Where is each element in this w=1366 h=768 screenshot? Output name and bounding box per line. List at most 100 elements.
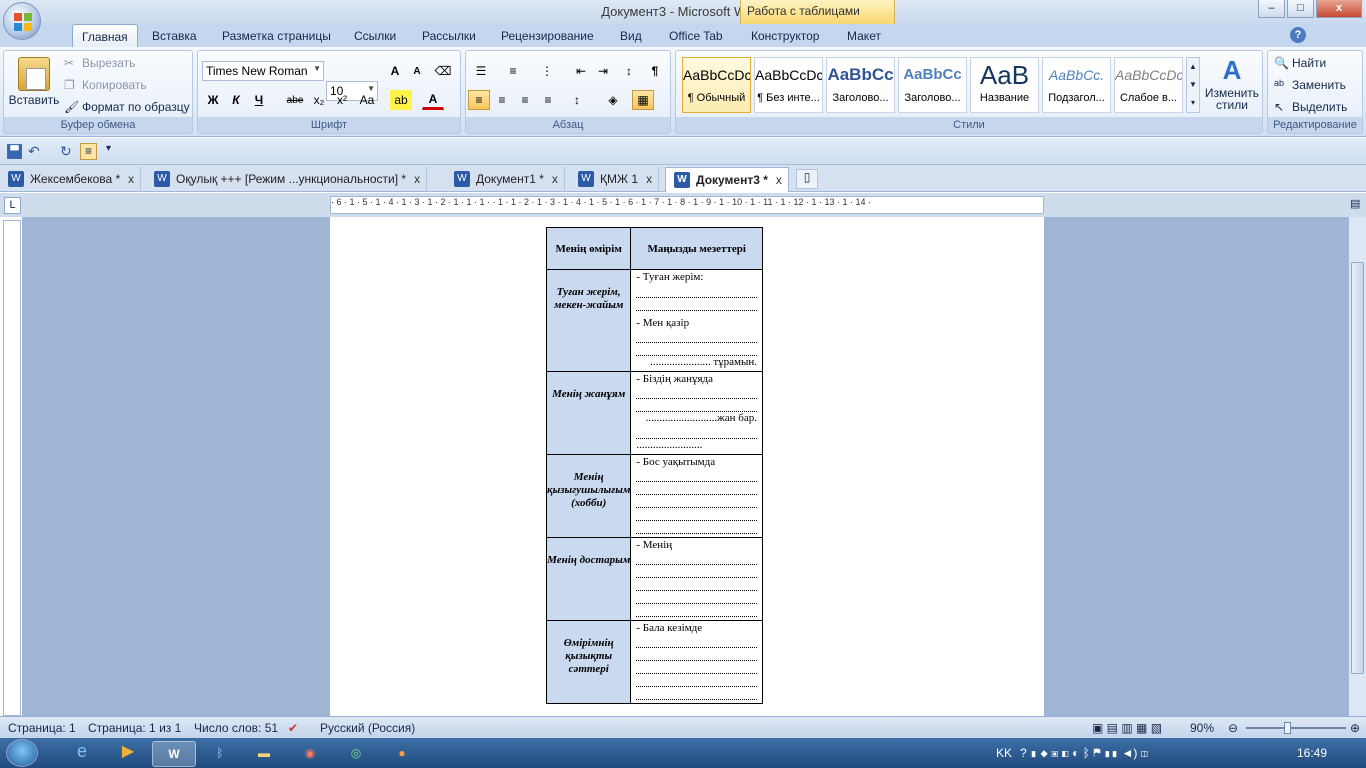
help-icon[interactable]: ? [1290, 27, 1306, 43]
minimize-button[interactable]: – [1258, 0, 1285, 18]
zoom-level[interactable]: 90% [1190, 721, 1214, 735]
start-button[interactable] [6, 739, 38, 767]
sort-icon[interactable]: ↕ [618, 61, 640, 81]
replace-button[interactable]: ab Заменить [1274, 75, 1346, 95]
align-icon[interactable]: ≡ [80, 143, 97, 160]
highlight-icon[interactable]: ab [390, 90, 412, 110]
redo-icon[interactable]: ↻ [60, 143, 77, 160]
row-content[interactable]: - Бала кезімде [630, 619, 763, 704]
tab-review[interactable]: Рецензирование [492, 24, 603, 47]
styles-scroll[interactable]: ▲ ▼ ▾ [1186, 57, 1200, 113]
bluetooth-icon[interactable]: ᛒ [198, 741, 242, 767]
undo-icon[interactable]: ↶ [28, 143, 45, 160]
italic-button[interactable]: К [225, 90, 247, 110]
align-right-icon[interactable]: ≡ [514, 90, 536, 110]
horizontal-ruler[interactable]: · 6 · 1 · 5 · 1 · 4 · 1 · 3 · 1 · 2 · 1 … [330, 196, 1044, 214]
multilevel-list-icon[interactable]: ⋮ [536, 61, 558, 81]
new-tab-icon[interactable]: ▯ [796, 169, 818, 189]
clear-format-icon[interactable]: ⌫ [432, 61, 454, 81]
life-table[interactable]: Менің өмірім Маңызды мезеттері Туған жер… [545, 227, 763, 704]
subscript-button[interactable]: x₂ [308, 90, 330, 110]
tab-page-layout[interactable]: Разметка страницы [213, 24, 340, 47]
style-subtle-emphasis[interactable]: AaBbCcDc Слабое в... [1114, 57, 1183, 113]
cut-button[interactable]: ✂ Вырезать [64, 53, 135, 73]
justify-icon[interactable]: ≡ [537, 90, 559, 110]
view-buttons[interactable]: ▣ ▤ ▥ ▦ ▧ [1092, 721, 1162, 735]
tab-references[interactable]: Ссылки [345, 24, 405, 47]
close-tab-icon[interactable]: x [646, 172, 652, 186]
row-content[interactable]: - Бос уақытымда [630, 453, 763, 538]
tab-stop-selector[interactable]: L [4, 197, 21, 214]
close-button[interactable]: x [1316, 0, 1362, 18]
scrollbar-thumb[interactable] [1351, 262, 1364, 674]
format-painter-button[interactable]: 🖌 Формат по образцу [64, 97, 190, 117]
underline-button[interactable]: Ч [248, 90, 270, 110]
view-ruler-icon[interactable]: ▤ [1350, 197, 1364, 211]
copy-button[interactable]: ❐ Копировать [64, 75, 147, 95]
line-spacing-icon[interactable]: ↕ [566, 90, 588, 110]
superscript-button[interactable]: x² [331, 90, 353, 110]
style-heading-2[interactable]: AaBbCc Заголово... [898, 57, 967, 113]
zoom-slider[interactable] [1246, 727, 1346, 729]
vertical-scrollbar[interactable] [1348, 217, 1366, 716]
font-color-icon[interactable]: A [422, 90, 444, 110]
tab-office-tab[interactable]: Office Tab [660, 24, 732, 47]
grow-font-button[interactable]: A [384, 61, 406, 81]
numbering-icon[interactable]: ≡ [502, 61, 524, 81]
doc-tab[interactable]: W Документ1 * x [446, 167, 565, 192]
style-normal[interactable]: AaBbCcDc ¶ Обычный [682, 57, 751, 113]
proofing-icon[interactable]: ✔ [288, 721, 298, 735]
increase-indent-icon[interactable]: ⇥ [592, 61, 614, 81]
clock[interactable]: 16:49 [1297, 746, 1327, 760]
chrome-icon[interactable]: ◎ [334, 741, 378, 767]
decrease-indent-icon[interactable]: ⇤ [570, 61, 592, 81]
app-icon[interactable]: ◉ [288, 741, 332, 767]
close-tab-icon[interactable]: x [776, 173, 782, 187]
zoom-out-icon[interactable]: ⊖ [1228, 721, 1238, 735]
customize-toolbar-icon[interactable]: ▾ [106, 143, 123, 160]
tab-insert[interactable]: Вставка [143, 24, 206, 47]
align-center-icon[interactable]: ≡ [491, 90, 513, 110]
firefox-icon[interactable]: ● [380, 741, 424, 767]
row-content[interactable]: - Туған жерім: - Мен қазір .............… [630, 269, 763, 372]
close-tab-icon[interactable]: x [128, 172, 134, 186]
zoom-in-icon[interactable]: ⊕ [1350, 721, 1360, 735]
doc-tab[interactable]: W Оқулық +++ [Режим ...ункциональности] *… [146, 167, 428, 192]
doc-tab[interactable]: W ҚМЖ 1 x [570, 167, 660, 192]
paste-button[interactable]: Вставить [8, 53, 60, 107]
align-left-icon[interactable]: ≡ [468, 90, 490, 110]
language[interactable]: Русский (Россия) [320, 721, 415, 735]
select-button[interactable]: ↖ Выделить [1274, 97, 1347, 117]
doc-tab[interactable]: W Жексембекова * x [0, 167, 142, 192]
word-count[interactable]: Число слов: 51 [194, 721, 278, 735]
find-button[interactable]: 🔍 Найти [1274, 53, 1326, 73]
row-content[interactable]: - Менің [630, 536, 763, 621]
word-taskbar-icon[interactable]: W [152, 741, 196, 767]
tab-design[interactable]: Конструктор [742, 24, 828, 47]
tab-mailings[interactable]: Рассылки [413, 24, 485, 47]
folder-icon[interactable]: ▬ [242, 741, 286, 767]
save-icon[interactable] [6, 143, 23, 160]
bullets-icon[interactable]: ☰ [470, 61, 492, 81]
tab-view[interactable]: Вид [611, 24, 651, 47]
page-indicator[interactable]: Страница: 1 [8, 721, 76, 735]
style-subtitle[interactable]: AaBbCc. Подзагол... [1042, 57, 1111, 113]
shrink-font-button[interactable]: A [406, 61, 428, 81]
change-case-button[interactable]: Aa [356, 90, 378, 110]
borders-icon[interactable]: ▦ [632, 90, 654, 110]
doc-tab-active[interactable]: W Документ3 * x [665, 167, 789, 192]
style-heading-1[interactable]: AaBbCc Заголово... [826, 57, 895, 113]
row-content[interactable]: - Біздің жанұяда .......................… [630, 370, 763, 455]
close-tab-icon[interactable]: x [552, 172, 558, 186]
tab-layout[interactable]: Макет [838, 24, 890, 47]
office-button[interactable] [3, 2, 41, 40]
style-no-spacing[interactable]: AaBbCcDc ¶ Без инте... [754, 57, 823, 113]
strikethrough-button[interactable]: abe [284, 90, 306, 110]
media-player-icon[interactable]: ▶ [106, 741, 150, 767]
shading-icon[interactable]: ◈ [602, 90, 624, 110]
pilcrow-icon[interactable]: ¶ [644, 61, 666, 81]
font-name-combo[interactable]: Times New Roman ▼ [202, 61, 324, 81]
change-styles-button[interactable]: A Изменить стили [1204, 55, 1260, 111]
style-title[interactable]: AaB Название [970, 57, 1039, 113]
bold-button[interactable]: Ж [202, 90, 224, 110]
